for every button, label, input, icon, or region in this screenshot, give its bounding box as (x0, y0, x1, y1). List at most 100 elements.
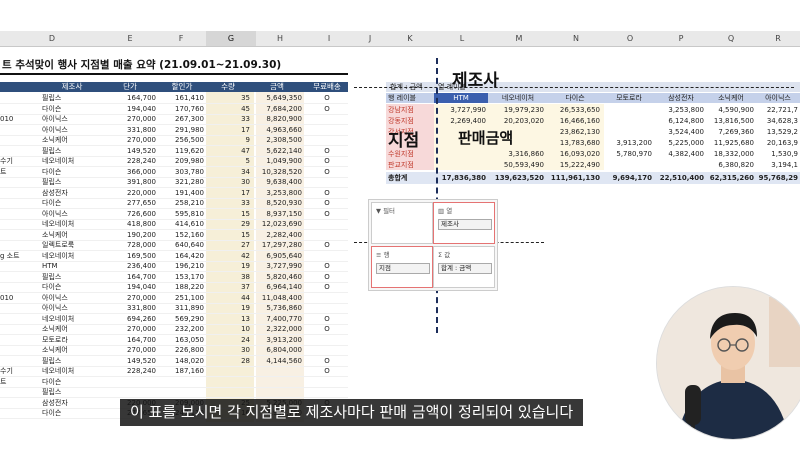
table-cell[interactable]: 191,400 (160, 188, 204, 198)
table-cell[interactable]: O (306, 93, 348, 103)
pivot-value-cell[interactable]: 3,194,1 (756, 159, 798, 171)
table-cell[interactable]: 595,810 (160, 209, 204, 219)
table-cell[interactable]: O (306, 366, 348, 376)
table-cell[interactable]: 163,050 (160, 335, 204, 345)
row-field-chip[interactable]: 지점 (376, 263, 430, 274)
pivot-maker-header[interactable]: 다이슨 (548, 93, 602, 103)
table-cell[interactable]: 1,049,900 (252, 156, 302, 166)
table-cell[interactable]: 네오네이처 (42, 251, 102, 261)
column-header-e[interactable]: E (104, 31, 156, 46)
table-cell[interactable]: 필립스 (42, 177, 102, 187)
pivot-total-cell[interactable]: 95,768,29 (756, 172, 798, 184)
table-cell[interactable]: 569,290 (160, 314, 204, 324)
pivot-maker-header[interactable]: HTM (434, 93, 488, 103)
table-cell[interactable]: 아이닉스 (42, 125, 102, 135)
table-cell[interactable]: 다이슨 (42, 198, 102, 208)
table-cell[interactable]: 5,820,460 (252, 272, 302, 282)
table-cell[interactable]: 3,913,200 (252, 335, 302, 345)
table-cell[interactable]: 트 (0, 167, 40, 177)
table-cell[interactable]: 38 (206, 272, 250, 282)
table-cell[interactable]: 331,800 (104, 303, 156, 313)
table-cell[interactable]: 149,520 (104, 356, 156, 366)
table-cell[interactable]: O (306, 167, 348, 177)
table-header-cell[interactable]: 단가 (104, 82, 156, 92)
table-cell[interactable]: 4,144,560 (252, 356, 302, 366)
table-cell[interactable]: 228,240 (104, 156, 156, 166)
table-cell[interactable]: 728,000 (104, 240, 156, 250)
table-cell[interactable]: 네오네이처 (42, 314, 102, 324)
table-cell[interactable]: 네오네이처 (42, 156, 102, 166)
table-cell[interactable]: 12,023,690 (252, 219, 302, 229)
table-cell[interactable]: O (306, 240, 348, 250)
table-cell[interactable]: 17 (206, 125, 250, 135)
table-cell[interactable]: 190,200 (104, 230, 156, 240)
table-cell[interactable]: 232,200 (160, 324, 204, 334)
table-cell[interactable]: 트 (0, 377, 40, 387)
table-cell[interactable]: 삼성전자 (42, 398, 102, 408)
table-header-cell[interactable]: 할인가 (160, 82, 204, 92)
table-cell[interactable]: 640,640 (160, 240, 204, 250)
table-cell[interactable]: 필립스 (42, 356, 102, 366)
table-cell[interactable]: 27 (206, 240, 250, 250)
pivot-maker-header[interactable]: 모토로라 (604, 93, 654, 103)
column-header-h[interactable]: H (256, 31, 304, 46)
pivot-maker-header[interactable]: 삼성전자 (656, 93, 706, 103)
table-cell[interactable]: 다이슨 (42, 282, 102, 292)
table-cell[interactable]: 258,210 (160, 198, 204, 208)
table-cell[interactable]: 270,000 (104, 324, 156, 334)
table-cell[interactable]: O (306, 188, 348, 198)
table-cell[interactable]: 3,253,800 (252, 188, 302, 198)
column-header-d[interactable]: D (0, 31, 104, 46)
table-cell[interactable]: 2,322,000 (252, 324, 302, 334)
table-cell[interactable]: 164,700 (104, 335, 156, 345)
filter-area[interactable]: ▼ 필터 (371, 202, 433, 244)
table-cell[interactable]: O (306, 314, 348, 324)
table-cell[interactable]: 188,220 (160, 282, 204, 292)
table-cell[interactable]: g 소트 (0, 251, 40, 261)
pivot-total-cell[interactable]: 9,694,170 (604, 172, 652, 184)
table-cell[interactable]: 418,800 (104, 219, 156, 229)
pivot-total-cell[interactable]: 62,315,260 (706, 172, 754, 184)
table-cell[interactable]: 170,760 (160, 104, 204, 114)
table-cell[interactable]: 6,905,640 (252, 251, 302, 261)
table-cell[interactable]: 아이닉스 (42, 303, 102, 313)
table-cell[interactable]: 9,638,400 (252, 177, 302, 187)
table-cell[interactable]: 694,260 (104, 314, 156, 324)
table-header-cell[interactable]: 제조사 (42, 82, 102, 92)
table-cell[interactable]: 2,282,400 (252, 230, 302, 240)
table-cell[interactable]: O (306, 272, 348, 282)
table-cell[interactable]: 소닉케어 (42, 135, 102, 145)
pivot-total-cell[interactable]: 139,623,520 (490, 172, 544, 184)
column-header-i[interactable]: I (304, 31, 354, 46)
table-cell[interactable]: 8,520,930 (252, 198, 302, 208)
column-header-k[interactable]: K (386, 31, 434, 46)
pivot-row-label-header[interactable]: 행 레이블 (388, 93, 432, 103)
table-cell[interactable]: 30 (206, 177, 250, 187)
table-cell[interactable]: 수기 (0, 366, 40, 376)
table-cell[interactable]: 148,020 (160, 356, 204, 366)
table-cell[interactable]: 010 (0, 114, 40, 124)
column-header-o[interactable]: O (604, 31, 656, 46)
table-header-cell[interactable]: 무료배송 (306, 82, 348, 92)
table-cell[interactable]: 33 (206, 198, 250, 208)
table-cell[interactable]: 270,000 (104, 293, 156, 303)
table-cell[interactable]: 220,000 (104, 188, 156, 198)
pivot-maker-header[interactable]: 아이닉스 (756, 93, 800, 103)
table-cell[interactable]: 35 (206, 93, 250, 103)
table-cell[interactable]: 236,400 (104, 261, 156, 271)
table-cell[interactable]: 153,170 (160, 272, 204, 282)
table-cell[interactable]: 196,210 (160, 261, 204, 271)
table-cell[interactable]: 19 (206, 261, 250, 271)
table-header-cell[interactable]: 금액 (252, 82, 302, 92)
table-cell[interactable]: 15 (206, 209, 250, 219)
table-cell[interactable]: 47 (206, 146, 250, 156)
table-cell[interactable]: 251,100 (160, 293, 204, 303)
table-cell[interactable]: O (306, 146, 348, 156)
column-header-r[interactable]: R (756, 31, 800, 46)
table-cell[interactable]: 7,684,200 (252, 104, 302, 114)
table-cell[interactable]: 다이슨 (42, 104, 102, 114)
column-header-g[interactable]: G (206, 31, 256, 46)
values-area[interactable]: Σ 값 합계 : 금액 (433, 246, 495, 288)
table-cell[interactable]: O (306, 209, 348, 219)
table-cell[interactable]: 267,300 (160, 114, 204, 124)
